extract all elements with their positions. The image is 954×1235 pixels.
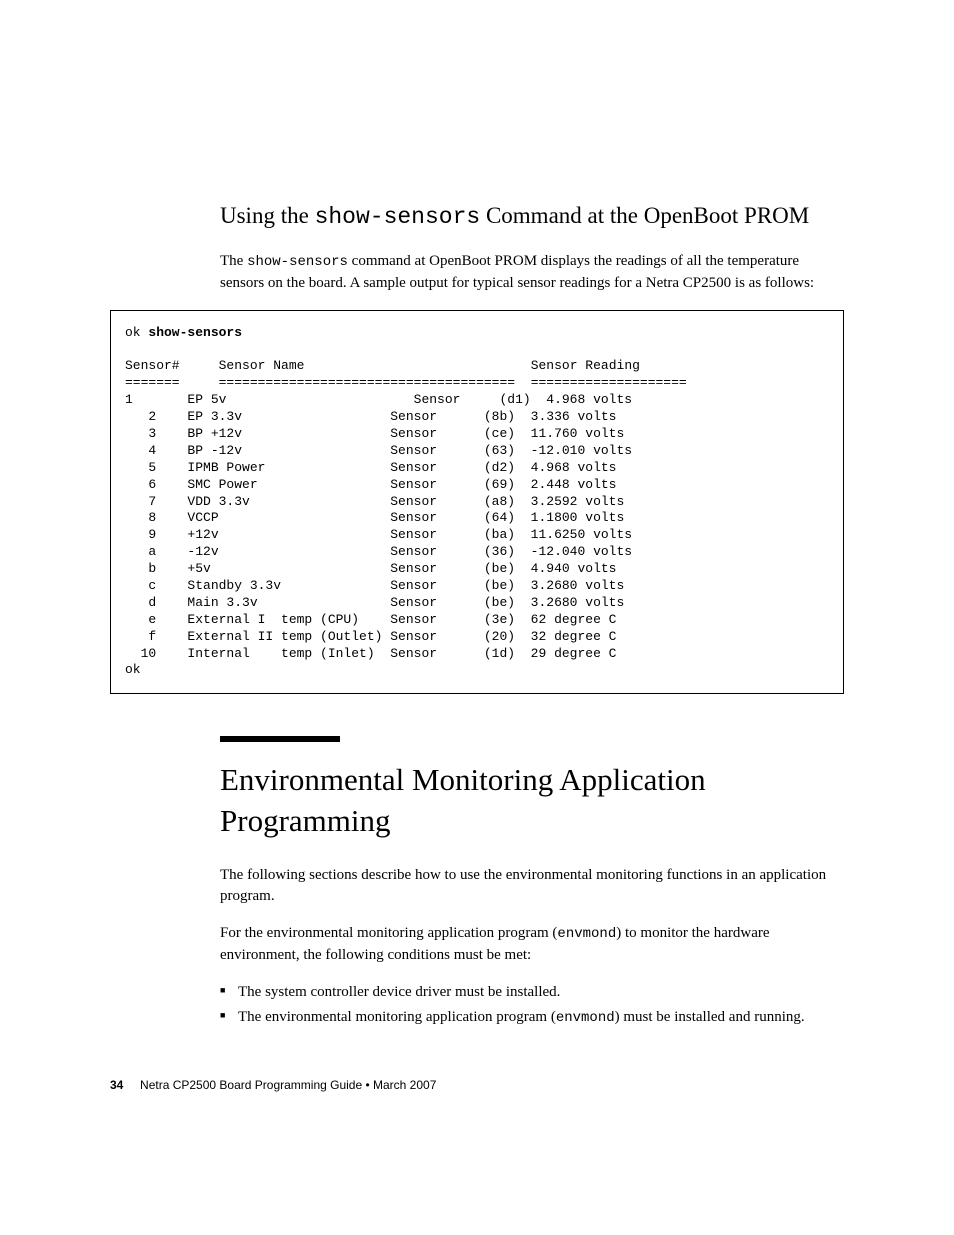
major-heading: Environmental Monitoring Application Pro… bbox=[220, 760, 844, 841]
list-item: The system controller device driver must… bbox=[220, 982, 844, 1003]
intro-paragraph: The show-sensors command at OpenBoot PRO… bbox=[220, 251, 844, 294]
section-show-sensors: Using the show-sensors Command at the Op… bbox=[220, 200, 844, 294]
para2: For the environmental monitoring applica… bbox=[220, 923, 844, 966]
bullet2-pre: The environmental monitoring application… bbox=[238, 1009, 556, 1025]
hdr-reading: Sensor Reading bbox=[531, 358, 640, 373]
bullet2-cmd: envmond bbox=[556, 1010, 615, 1026]
hdr-name: Sensor Name bbox=[219, 358, 305, 373]
heading-post: Command at the OpenBoot PROM bbox=[480, 203, 809, 228]
footer-title: Netra CP2500 Board Programming Guide • M… bbox=[140, 1078, 436, 1092]
para-pre: The bbox=[220, 253, 247, 269]
code-box: ok show-sensors Sensor# Sensor Name Sens… bbox=[110, 310, 844, 695]
para2-cmd: envmond bbox=[557, 926, 616, 942]
rule3: ==================== bbox=[531, 375, 687, 390]
prompt: ok bbox=[125, 325, 148, 340]
code-rows: 1 EP 5v Sensor (d1) 4.968 volts 2 EP 3.3… bbox=[125, 392, 632, 660]
rule2: ====================================== bbox=[219, 375, 515, 390]
section-env-monitoring: Environmental Monitoring Application Pro… bbox=[220, 736, 844, 1028]
rule1: ======= bbox=[125, 375, 180, 390]
conditions-list: The system controller device driver must… bbox=[220, 982, 844, 1029]
para-cmd: show-sensors bbox=[247, 254, 348, 270]
prompt-end: ok bbox=[125, 662, 141, 677]
list-item: The environmental monitoring application… bbox=[220, 1007, 844, 1029]
page: Using the show-sensors Command at the Op… bbox=[0, 0, 954, 1152]
rule-bar bbox=[220, 736, 340, 742]
section-heading: Using the show-sensors Command at the Op… bbox=[220, 200, 844, 233]
hdr-sensor: Sensor# bbox=[125, 358, 180, 373]
command: show-sensors bbox=[148, 325, 242, 340]
bullet1: The system controller device driver must… bbox=[238, 984, 560, 1000]
heading-cmd: show-sensors bbox=[315, 204, 481, 230]
page-number: 34 bbox=[110, 1078, 123, 1092]
bullet2-post: ) must be installed and running. bbox=[615, 1009, 805, 1025]
heading-pre: Using the bbox=[220, 203, 315, 228]
para2-pre: For the environmental monitoring applica… bbox=[220, 925, 557, 941]
para1: The following sections describe how to u… bbox=[220, 865, 844, 907]
page-footer: 34 Netra CP2500 Board Programming Guide … bbox=[110, 1078, 844, 1092]
